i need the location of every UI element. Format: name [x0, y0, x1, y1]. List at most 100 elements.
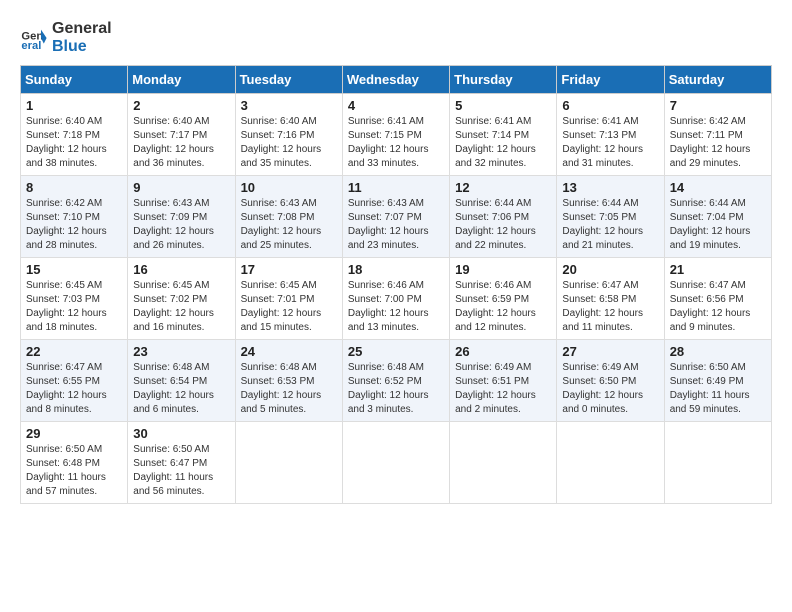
- day-info: Sunrise: 6:40 AMSunset: 7:17 PMDaylight:…: [133, 116, 214, 169]
- calendar-cell: 18 Sunrise: 6:46 AMSunset: 7:00 PMDaylig…: [342, 258, 449, 340]
- calendar-cell: 19 Sunrise: 6:46 AMSunset: 6:59 PMDaylig…: [450, 258, 557, 340]
- day-number: 23: [133, 344, 229, 359]
- calendar-cell: [450, 422, 557, 504]
- day-info: Sunrise: 6:46 AMSunset: 7:00 PMDaylight:…: [348, 280, 429, 333]
- day-number: 7: [670, 98, 766, 113]
- day-info: Sunrise: 6:49 AMSunset: 6:50 PMDaylight:…: [562, 362, 643, 415]
- calendar-cell: [664, 422, 771, 504]
- calendar-cell: 13 Sunrise: 6:44 AMSunset: 7:05 PMDaylig…: [557, 176, 664, 258]
- calendar-week-row: 29 Sunrise: 6:50 AMSunset: 6:48 PMDaylig…: [21, 422, 772, 504]
- calendar-week-row: 15 Sunrise: 6:45 AMSunset: 7:03 PMDaylig…: [21, 258, 772, 340]
- day-number: 21: [670, 262, 766, 277]
- day-info: Sunrise: 6:49 AMSunset: 6:51 PMDaylight:…: [455, 362, 536, 415]
- day-number: 2: [133, 98, 229, 113]
- col-wednesday: Wednesday: [342, 66, 449, 94]
- col-monday: Monday: [128, 66, 235, 94]
- calendar-cell: 16 Sunrise: 6:45 AMSunset: 7:02 PMDaylig…: [128, 258, 235, 340]
- day-number: 11: [348, 180, 444, 195]
- day-number: 13: [562, 180, 658, 195]
- day-number: 9: [133, 180, 229, 195]
- day-number: 6: [562, 98, 658, 113]
- logo-text-line1: General: [52, 20, 112, 38]
- day-info: Sunrise: 6:44 AMSunset: 7:05 PMDaylight:…: [562, 198, 643, 251]
- day-info: Sunrise: 6:48 AMSunset: 6:53 PMDaylight:…: [241, 362, 322, 415]
- day-number: 19: [455, 262, 551, 277]
- logo-icon: Gen eral: [20, 24, 48, 52]
- calendar-cell: [235, 422, 342, 504]
- day-info: Sunrise: 6:42 AMSunset: 7:11 PMDaylight:…: [670, 116, 751, 169]
- col-thursday: Thursday: [450, 66, 557, 94]
- day-info: Sunrise: 6:45 AMSunset: 7:02 PMDaylight:…: [133, 280, 214, 333]
- calendar-cell: 10 Sunrise: 6:43 AMSunset: 7:08 PMDaylig…: [235, 176, 342, 258]
- day-number: 22: [26, 344, 122, 359]
- calendar-week-row: 22 Sunrise: 6:47 AMSunset: 6:55 PMDaylig…: [21, 340, 772, 422]
- calendar-table: Sunday Monday Tuesday Wednesday Thursday…: [20, 65, 772, 504]
- calendar-cell: 25 Sunrise: 6:48 AMSunset: 6:52 PMDaylig…: [342, 340, 449, 422]
- calendar-cell: 14 Sunrise: 6:44 AMSunset: 7:04 PMDaylig…: [664, 176, 771, 258]
- logo-text-line2: Blue: [52, 38, 112, 56]
- day-number: 27: [562, 344, 658, 359]
- day-info: Sunrise: 6:50 AMSunset: 6:47 PMDaylight:…: [133, 444, 213, 497]
- day-number: 14: [670, 180, 766, 195]
- day-number: 18: [348, 262, 444, 277]
- day-number: 3: [241, 98, 337, 113]
- col-saturday: Saturday: [664, 66, 771, 94]
- calendar-cell: 4 Sunrise: 6:41 AMSunset: 7:15 PMDayligh…: [342, 94, 449, 176]
- calendar-header-row: Sunday Monday Tuesday Wednesday Thursday…: [21, 66, 772, 94]
- day-info: Sunrise: 6:45 AMSunset: 7:03 PMDaylight:…: [26, 280, 107, 333]
- page-header: Gen eral General Blue: [20, 20, 772, 55]
- day-number: 30: [133, 426, 229, 441]
- calendar-cell: 28 Sunrise: 6:50 AMSunset: 6:49 PMDaylig…: [664, 340, 771, 422]
- day-number: 8: [26, 180, 122, 195]
- svg-text:eral: eral: [21, 40, 41, 52]
- calendar-cell: 8 Sunrise: 6:42 AMSunset: 7:10 PMDayligh…: [21, 176, 128, 258]
- calendar-cell: [557, 422, 664, 504]
- day-info: Sunrise: 6:47 AMSunset: 6:55 PMDaylight:…: [26, 362, 107, 415]
- day-number: 24: [241, 344, 337, 359]
- calendar-cell: 6 Sunrise: 6:41 AMSunset: 7:13 PMDayligh…: [557, 94, 664, 176]
- calendar-cell: 20 Sunrise: 6:47 AMSunset: 6:58 PMDaylig…: [557, 258, 664, 340]
- day-number: 4: [348, 98, 444, 113]
- day-info: Sunrise: 6:40 AMSunset: 7:18 PMDaylight:…: [26, 116, 107, 169]
- day-number: 17: [241, 262, 337, 277]
- day-info: Sunrise: 6:43 AMSunset: 7:08 PMDaylight:…: [241, 198, 322, 251]
- day-info: Sunrise: 6:41 AMSunset: 7:14 PMDaylight:…: [455, 116, 536, 169]
- day-info: Sunrise: 6:45 AMSunset: 7:01 PMDaylight:…: [241, 280, 322, 333]
- day-info: Sunrise: 6:50 AMSunset: 6:49 PMDaylight:…: [670, 362, 750, 415]
- calendar-cell: 26 Sunrise: 6:49 AMSunset: 6:51 PMDaylig…: [450, 340, 557, 422]
- day-number: 26: [455, 344, 551, 359]
- calendar-cell: 1 Sunrise: 6:40 AMSunset: 7:18 PMDayligh…: [21, 94, 128, 176]
- calendar-cell: 29 Sunrise: 6:50 AMSunset: 6:48 PMDaylig…: [21, 422, 128, 504]
- calendar-cell: [342, 422, 449, 504]
- day-info: Sunrise: 6:50 AMSunset: 6:48 PMDaylight:…: [26, 444, 106, 497]
- calendar-cell: 17 Sunrise: 6:45 AMSunset: 7:01 PMDaylig…: [235, 258, 342, 340]
- calendar-cell: 3 Sunrise: 6:40 AMSunset: 7:16 PMDayligh…: [235, 94, 342, 176]
- day-number: 28: [670, 344, 766, 359]
- day-number: 10: [241, 180, 337, 195]
- day-number: 12: [455, 180, 551, 195]
- day-number: 5: [455, 98, 551, 113]
- calendar-cell: 7 Sunrise: 6:42 AMSunset: 7:11 PMDayligh…: [664, 94, 771, 176]
- col-friday: Friday: [557, 66, 664, 94]
- day-number: 29: [26, 426, 122, 441]
- day-info: Sunrise: 6:47 AMSunset: 6:58 PMDaylight:…: [562, 280, 643, 333]
- calendar-cell: 24 Sunrise: 6:48 AMSunset: 6:53 PMDaylig…: [235, 340, 342, 422]
- day-info: Sunrise: 6:48 AMSunset: 6:52 PMDaylight:…: [348, 362, 429, 415]
- col-tuesday: Tuesday: [235, 66, 342, 94]
- calendar-cell: 5 Sunrise: 6:41 AMSunset: 7:14 PMDayligh…: [450, 94, 557, 176]
- calendar-cell: 2 Sunrise: 6:40 AMSunset: 7:17 PMDayligh…: [128, 94, 235, 176]
- col-sunday: Sunday: [21, 66, 128, 94]
- day-info: Sunrise: 6:48 AMSunset: 6:54 PMDaylight:…: [133, 362, 214, 415]
- day-info: Sunrise: 6:43 AMSunset: 7:09 PMDaylight:…: [133, 198, 214, 251]
- day-info: Sunrise: 6:46 AMSunset: 6:59 PMDaylight:…: [455, 280, 536, 333]
- calendar-cell: 11 Sunrise: 6:43 AMSunset: 7:07 PMDaylig…: [342, 176, 449, 258]
- calendar-cell: 9 Sunrise: 6:43 AMSunset: 7:09 PMDayligh…: [128, 176, 235, 258]
- day-number: 16: [133, 262, 229, 277]
- calendar-cell: 12 Sunrise: 6:44 AMSunset: 7:06 PMDaylig…: [450, 176, 557, 258]
- day-info: Sunrise: 6:40 AMSunset: 7:16 PMDaylight:…: [241, 116, 322, 169]
- day-number: 1: [26, 98, 122, 113]
- day-info: Sunrise: 6:42 AMSunset: 7:10 PMDaylight:…: [26, 198, 107, 251]
- calendar-cell: 22 Sunrise: 6:47 AMSunset: 6:55 PMDaylig…: [21, 340, 128, 422]
- calendar-week-row: 8 Sunrise: 6:42 AMSunset: 7:10 PMDayligh…: [21, 176, 772, 258]
- calendar-cell: 21 Sunrise: 6:47 AMSunset: 6:56 PMDaylig…: [664, 258, 771, 340]
